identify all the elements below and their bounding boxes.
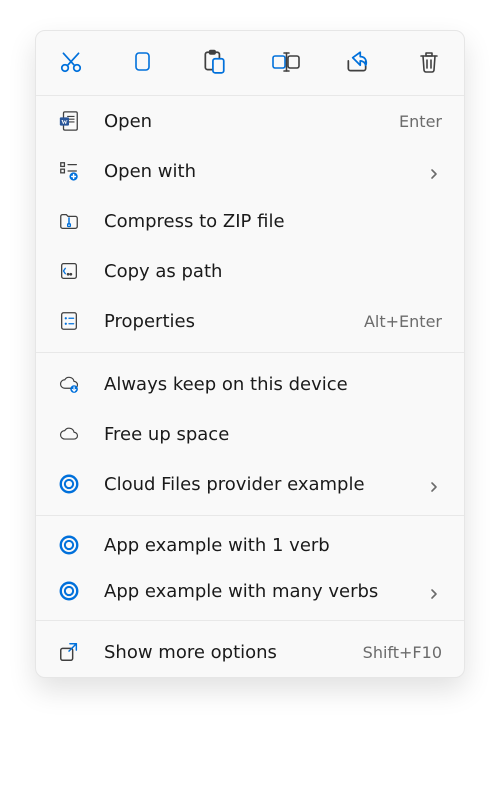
menu-show-more-shortcut: Shift+F10 (363, 643, 442, 662)
cut-button[interactable] (58, 51, 84, 77)
separator (36, 620, 464, 621)
paste-icon (201, 49, 227, 79)
menu-always-keep[interactable]: Always keep on this device (36, 359, 464, 409)
cut-icon (58, 49, 84, 79)
menu-app-many-verbs[interactable]: App example with many verbs (36, 568, 464, 614)
menu-properties-label: Properties (104, 311, 364, 332)
svg-text:W: W (61, 119, 68, 126)
menu-always-keep-label: Always keep on this device (104, 374, 442, 395)
chevron-right-icon (428, 164, 442, 178)
menu-cloud-provider-label: Cloud Files provider example (104, 474, 422, 495)
copy-button[interactable] (130, 51, 156, 77)
menu-compress[interactable]: Compress to ZIP file (36, 196, 464, 246)
properties-icon (58, 310, 80, 332)
cloud-keep-icon (58, 373, 80, 395)
share-button[interactable] (344, 51, 370, 77)
menu-properties-shortcut: Alt+Enter (364, 312, 442, 331)
copy-icon (131, 49, 155, 79)
delete-button[interactable] (416, 51, 442, 77)
menu-show-more[interactable]: Show more options Shift+F10 (36, 627, 464, 677)
menu-open-label: Open (104, 111, 399, 132)
menu-copy-path-label: Copy as path (104, 261, 442, 282)
menu-open-with-label: Open with (104, 161, 422, 182)
zip-icon (58, 210, 80, 232)
rename-button[interactable] (273, 51, 299, 77)
menu-show-more-label: Show more options (104, 642, 363, 663)
chevron-right-icon (428, 584, 442, 598)
delete-icon (417, 49, 441, 79)
menu-free-up-label: Free up space (104, 424, 442, 445)
menu-free-up[interactable]: Free up space (36, 409, 464, 459)
menu-open-shortcut: Enter (399, 112, 442, 131)
share-icon (344, 49, 370, 79)
copy-path-icon (58, 260, 80, 282)
menu-compress-label: Compress to ZIP file (104, 211, 442, 232)
menu-cloud-provider[interactable]: Cloud Files provider example (36, 459, 464, 509)
rename-icon (271, 50, 301, 78)
menu-open[interactable]: W Open Enter (36, 96, 464, 146)
separator (36, 515, 464, 516)
menu-app-one-verb[interactable]: App example with 1 verb (36, 522, 464, 568)
cloud-icon (58, 423, 80, 445)
paste-button[interactable] (201, 51, 227, 77)
show-more-icon (58, 641, 80, 663)
provider-icon (58, 534, 80, 556)
context-menu: W Open Enter Open with (35, 30, 465, 678)
chevron-right-icon (428, 477, 442, 491)
menu-properties[interactable]: Properties Alt+Enter (36, 296, 464, 346)
menu-app-many-verbs-label: App example with many verbs (104, 581, 422, 602)
open-with-icon (58, 160, 80, 182)
context-toolbar (36, 31, 464, 96)
menu-copy-path[interactable]: Copy as path (36, 246, 464, 296)
separator (36, 352, 464, 353)
menu-app-one-verb-label: App example with 1 verb (104, 535, 442, 556)
menu-open-with[interactable]: Open with (36, 146, 464, 196)
provider-icon (58, 580, 80, 602)
word-doc-icon: W (58, 110, 80, 132)
provider-icon (58, 473, 80, 495)
